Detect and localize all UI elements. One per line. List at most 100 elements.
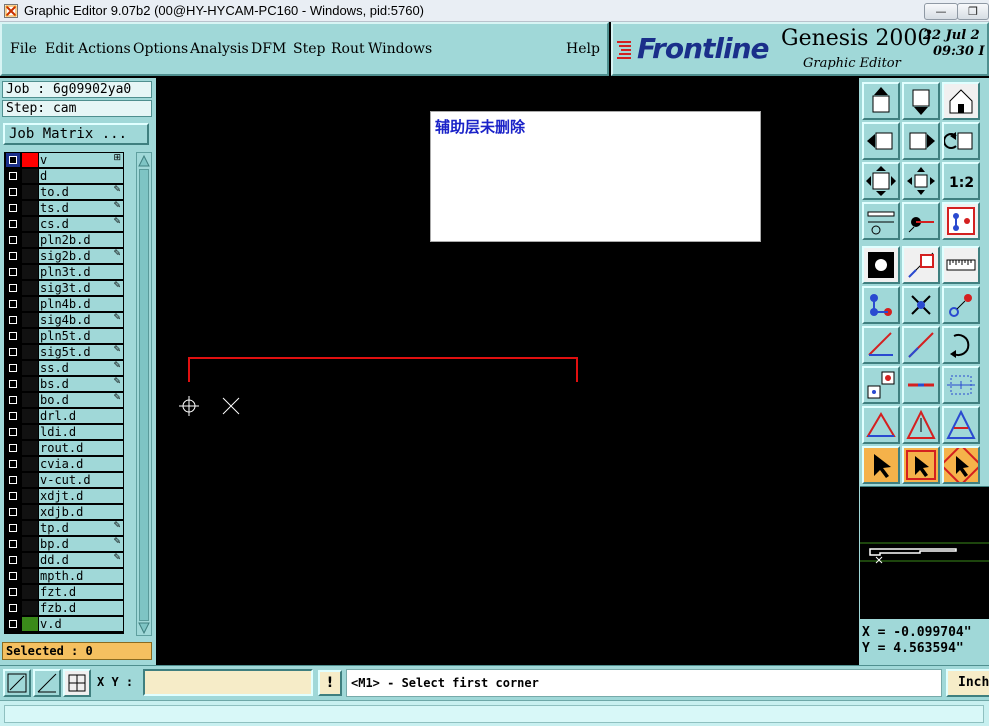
layer-checkbox[interactable]: [6, 345, 20, 359]
layer-color-swatch[interactable]: [22, 185, 38, 199]
move-right-button[interactable]: [902, 122, 940, 160]
layer-row[interactable]: fzb.d: [4, 600, 124, 616]
layer-checkbox[interactable]: [6, 169, 20, 183]
menu-edit[interactable]: Edit: [45, 41, 74, 57]
layer-row[interactable]: bp.d ✎: [4, 536, 124, 552]
xy-input[interactable]: [143, 669, 313, 696]
layer-checkbox[interactable]: [6, 409, 20, 423]
move-left-button[interactable]: [862, 122, 900, 160]
layer-checkbox[interactable]: [6, 489, 20, 503]
triangle-move-button[interactable]: [942, 406, 980, 444]
layer-checkbox[interactable]: [6, 217, 20, 231]
select-box-button[interactable]: [902, 446, 940, 484]
layer-color-swatch[interactable]: [22, 393, 38, 407]
layer-name[interactable]: sig4b.d: [39, 313, 123, 327]
layer-color-swatch[interactable]: [22, 281, 38, 295]
layer-checkbox[interactable]: [6, 537, 20, 551]
layer-name[interactable]: fzt.d: [39, 585, 123, 599]
layer-name[interactable]: sig3t.d: [39, 281, 123, 295]
layer-name[interactable]: sig5t.d: [39, 345, 123, 359]
fill-button[interactable]: [862, 246, 900, 284]
layer-color-swatch[interactable]: [22, 153, 38, 167]
layer-color-swatch[interactable]: [22, 409, 38, 423]
layer-color-swatch[interactable]: [22, 377, 38, 391]
layer-color-swatch[interactable]: [22, 249, 38, 263]
job-matrix-button[interactable]: Job Matrix ...: [3, 123, 149, 145]
layer-checkbox[interactable]: [6, 473, 20, 487]
layer-color-swatch[interactable]: [22, 265, 38, 279]
layer-name[interactable]: sig2b.d: [39, 249, 123, 263]
fit-screen-button[interactable]: [862, 162, 900, 200]
move-up-button[interactable]: [862, 82, 900, 120]
layer-name[interactable]: mpth.d: [39, 569, 123, 583]
menu-file[interactable]: File: [10, 41, 37, 57]
layer-name[interactable]: d: [39, 169, 123, 183]
layer-color-swatch[interactable]: [22, 489, 38, 503]
undo-button[interactable]: [942, 122, 980, 160]
layer-name[interactable]: v-cut.d: [39, 473, 123, 487]
scroll-thumb[interactable]: [139, 169, 149, 621]
menu-analysis[interactable]: Analysis: [190, 41, 249, 57]
fit-box-button[interactable]: [942, 366, 980, 404]
layer-row[interactable]: xdjb.d: [4, 504, 124, 520]
layer-color-swatch[interactable]: [22, 233, 38, 247]
select-pointer-button[interactable]: [862, 446, 900, 484]
layer-color-swatch[interactable]: [22, 537, 38, 551]
layer-name[interactable]: bp.d: [39, 537, 123, 551]
layer-color-swatch[interactable]: [22, 217, 38, 231]
layer-name[interactable]: fzb.d: [39, 601, 123, 615]
layer-row[interactable]: pln2b.d: [4, 232, 124, 248]
grid-button[interactable]: [63, 669, 91, 697]
layer-color-swatch[interactable]: [22, 345, 38, 359]
layer-color-swatch[interactable]: [22, 329, 38, 343]
layer-row[interactable]: to.d ✎: [4, 184, 124, 200]
layer-name[interactable]: dd.d: [39, 553, 123, 567]
add-pad-button[interactable]: [942, 286, 980, 324]
layer-row[interactable]: tp.d ✎: [4, 520, 124, 536]
ruler-button[interactable]: [942, 246, 980, 284]
layer-checkbox[interactable]: [6, 553, 20, 567]
layer-checkbox[interactable]: [6, 361, 20, 375]
layer-color-swatch[interactable]: [22, 425, 38, 439]
layer-checkbox[interactable]: [6, 297, 20, 311]
layer-color-swatch[interactable]: [22, 601, 38, 615]
layer-row[interactable]: v.d: [4, 616, 124, 632]
layer-checkbox[interactable]: [6, 585, 20, 599]
layer-checkbox[interactable]: [6, 521, 20, 535]
layer-color-swatch[interactable]: [22, 313, 38, 327]
layer-color-swatch[interactable]: [22, 201, 38, 215]
menu-options[interactable]: Options: [133, 41, 188, 57]
layer-row[interactable]: sig2b.d ✎: [4, 248, 124, 264]
horizontal-line-button[interactable]: [902, 366, 940, 404]
layer-row[interactable]: fzt.d: [4, 584, 124, 600]
layer-name[interactable]: drl.d: [39, 409, 123, 423]
layer-color-swatch[interactable]: [22, 441, 38, 455]
layer-checkbox[interactable]: [6, 249, 20, 263]
measure-tools-button[interactable]: [862, 202, 900, 240]
draw-diagonal-button[interactable]: [902, 326, 940, 364]
maximize-button[interactable]: ❐: [957, 3, 989, 20]
layer-name[interactable]: cvia.d: [39, 457, 123, 471]
layer-row[interactable]: pln3t.d: [4, 264, 124, 280]
layer-row[interactable]: bs.d ✎: [4, 376, 124, 392]
layer-name[interactable]: v: [39, 153, 123, 167]
layer-row[interactable]: cvia.d: [4, 456, 124, 472]
triangle-button[interactable]: [862, 406, 900, 444]
layer-checkbox[interactable]: [6, 457, 20, 471]
layer-checkbox[interactable]: [6, 201, 20, 215]
layer-name[interactable]: pln3t.d: [39, 265, 123, 279]
move-down-button[interactable]: [902, 82, 940, 120]
layer-checkbox[interactable]: [6, 281, 20, 295]
select-zoom-button[interactable]: [942, 446, 980, 484]
layer-name[interactable]: cs.d: [39, 217, 123, 231]
layer-name[interactable]: v.d: [39, 617, 123, 631]
layer-name[interactable]: pln2b.d: [39, 233, 123, 247]
layer-row[interactable]: ldi.d: [4, 424, 124, 440]
scroll-down-icon[interactable]: [138, 622, 150, 634]
draw-line-button[interactable]: [862, 326, 900, 364]
triangle-arrow-button[interactable]: [902, 406, 940, 444]
pad-select-button[interactable]: [862, 366, 900, 404]
layer-name[interactable]: pln5t.d: [39, 329, 123, 343]
layer-row[interactable]: pln4b.d: [4, 296, 124, 312]
menu-step[interactable]: Step: [293, 41, 325, 57]
